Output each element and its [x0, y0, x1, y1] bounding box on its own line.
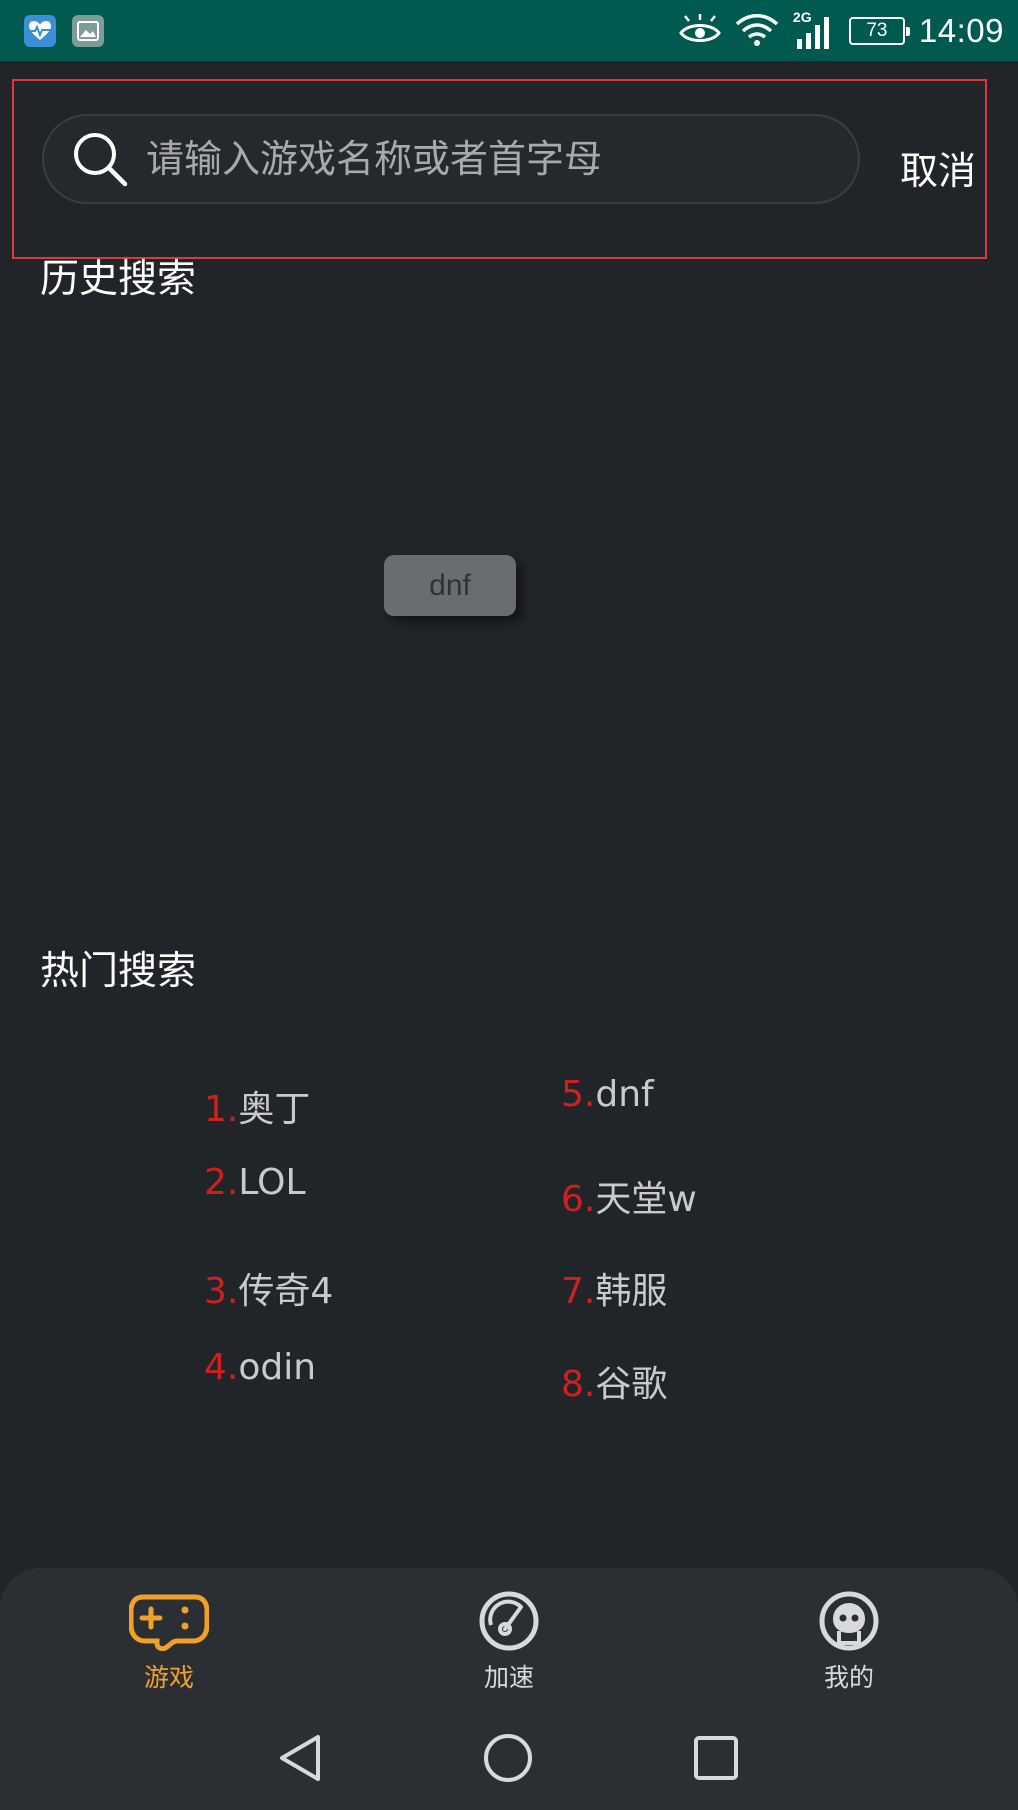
- tab-mine[interactable]: 我的: [769, 1588, 929, 1694]
- gamepad-icon: [129, 1588, 209, 1654]
- hot-item-number: 2.: [204, 1162, 239, 1203]
- hot-item-name: 谷歌: [595, 1364, 668, 1405]
- wifi-icon: [735, 12, 779, 50]
- hot-item-name: dnf: [595, 1074, 654, 1115]
- speedometer-icon: [469, 1588, 549, 1654]
- hot-item-number: 3.: [204, 1271, 239, 1312]
- profile-icon: [809, 1588, 889, 1654]
- tab-game-label: 游戏: [143, 1663, 194, 1692]
- hot-item-number: 1.: [204, 1089, 239, 1130]
- tab-game[interactable]: 游戏: [89, 1588, 249, 1694]
- hot-item-number: 5.: [561, 1074, 596, 1115]
- signal-icon: 2G: [793, 9, 835, 51]
- hot-item-name: LOL: [238, 1162, 306, 1203]
- hot-item-3[interactable]: 3.传奇4: [204, 1262, 333, 1314]
- tab-mine-label: 我的: [823, 1663, 874, 1692]
- gallery-app-icon: [72, 15, 104, 47]
- hot-item-number: 7.: [561, 1271, 596, 1312]
- hot-item-6[interactable]: 6.天堂w: [561, 1170, 697, 1222]
- search-page: 2G 73 14:09 取消 历史搜索 dnf 热门搜索 1.奥丁 2.LOL …: [0, 0, 1018, 1810]
- eye-icon: [679, 14, 721, 48]
- hot-item-name: odin: [238, 1347, 317, 1388]
- history-chip[interactable]: dnf: [384, 555, 516, 616]
- hot-item-number: 6.: [561, 1179, 596, 1220]
- recents-icon[interactable]: [686, 1728, 746, 1788]
- hot-item-2[interactable]: 2.LOL: [204, 1162, 306, 1203]
- hot-item-name: 韩服: [595, 1271, 668, 1312]
- hot-item-8[interactable]: 8.谷歌: [561, 1355, 667, 1407]
- history-title: 历史搜索: [40, 257, 197, 302]
- hot-item-name: 奥丁: [238, 1089, 311, 1130]
- hot-item-name: 传奇4: [238, 1271, 334, 1312]
- home-icon[interactable]: [478, 1728, 538, 1788]
- search-input[interactable]: [146, 129, 858, 189]
- system-navigation: [0, 1728, 1018, 1788]
- hot-item-1[interactable]: 1.奥丁: [204, 1080, 310, 1132]
- tab-boost[interactable]: 加速: [429, 1588, 589, 1694]
- search-box[interactable]: [42, 114, 860, 204]
- hot-title: 热门搜索: [40, 949, 197, 994]
- status-time: 14:09: [918, 12, 1004, 49]
- tab-boost-label: 加速: [483, 1663, 534, 1692]
- status-bar: 2G 73 14:09: [0, 0, 1018, 61]
- battery-level: 73: [866, 20, 888, 41]
- search-icon: [70, 129, 130, 189]
- hot-item-4[interactable]: 4.odin: [204, 1347, 316, 1388]
- battery-icon: 73: [848, 17, 910, 45]
- hot-item-number: 4.: [204, 1347, 239, 1388]
- back-icon[interactable]: [270, 1728, 330, 1788]
- hot-item-7[interactable]: 7.韩服: [561, 1262, 667, 1314]
- hot-item-number: 8.: [561, 1364, 596, 1405]
- hot-item-5[interactable]: 5.dnf: [561, 1074, 654, 1115]
- health-app-icon: [24, 15, 56, 47]
- cancel-button[interactable]: 取消: [900, 140, 976, 195]
- hot-item-name: 天堂w: [595, 1179, 697, 1220]
